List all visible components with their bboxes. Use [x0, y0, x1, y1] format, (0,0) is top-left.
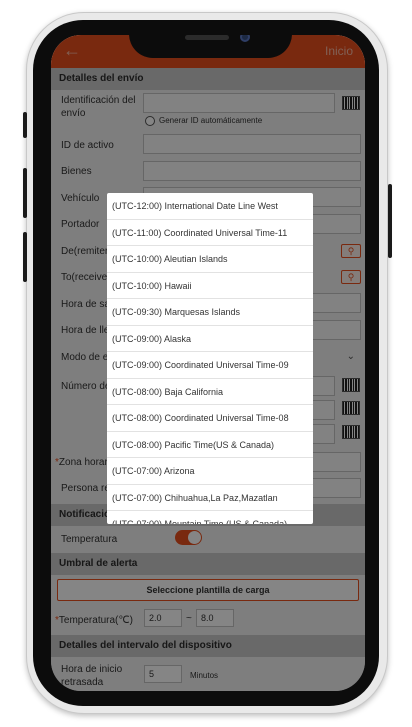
timezone-option[interactable]: (UTC-07:00) Mountain Time (US & Canada) — [107, 511, 313, 524]
speaker-grille — [185, 35, 229, 40]
timezone-option[interactable]: (UTC-10:00) Hawaii — [107, 273, 313, 299]
timezone-option[interactable]: (UTC-11:00) Coordinated Universal Time-1… — [107, 220, 313, 246]
timezone-option[interactable]: (UTC-09:00) Coordinated Universal Time-0… — [107, 352, 313, 379]
timezone-option[interactable]: (UTC-09:30) Marquesas Islands — [107, 299, 313, 326]
timezone-option[interactable]: (UTC-10:00) Aleutian Islands — [107, 246, 313, 273]
timezone-picker[interactable]: (UTC-12:00) International Date Line West… — [107, 193, 313, 524]
timezone-option[interactable]: (UTC-12:00) International Date Line West — [107, 193, 313, 220]
phone-button-left-3 — [23, 232, 27, 282]
camera-icon — [240, 35, 250, 42]
phone-button-right — [388, 184, 392, 258]
timezone-option[interactable]: (UTC-08:00) Pacific Time(US & Canada) — [107, 432, 313, 458]
timezone-option[interactable]: (UTC-08:00) Coordinated Universal Time-0… — [107, 405, 313, 432]
timezone-option[interactable]: (UTC-07:00) Chihuahua,La Paz,Mazatlan — [107, 485, 313, 511]
phone-button-left-2 — [23, 168, 27, 218]
timezone-option[interactable]: (UTC-09:00) Alaska — [107, 326, 313, 352]
phone-button-left-1 — [23, 112, 27, 138]
phone-notch — [129, 35, 292, 58]
timezone-option[interactable]: (UTC-08:00) Baja California — [107, 379, 313, 405]
timezone-option[interactable]: (UTC-07:00) Arizona — [107, 458, 313, 485]
